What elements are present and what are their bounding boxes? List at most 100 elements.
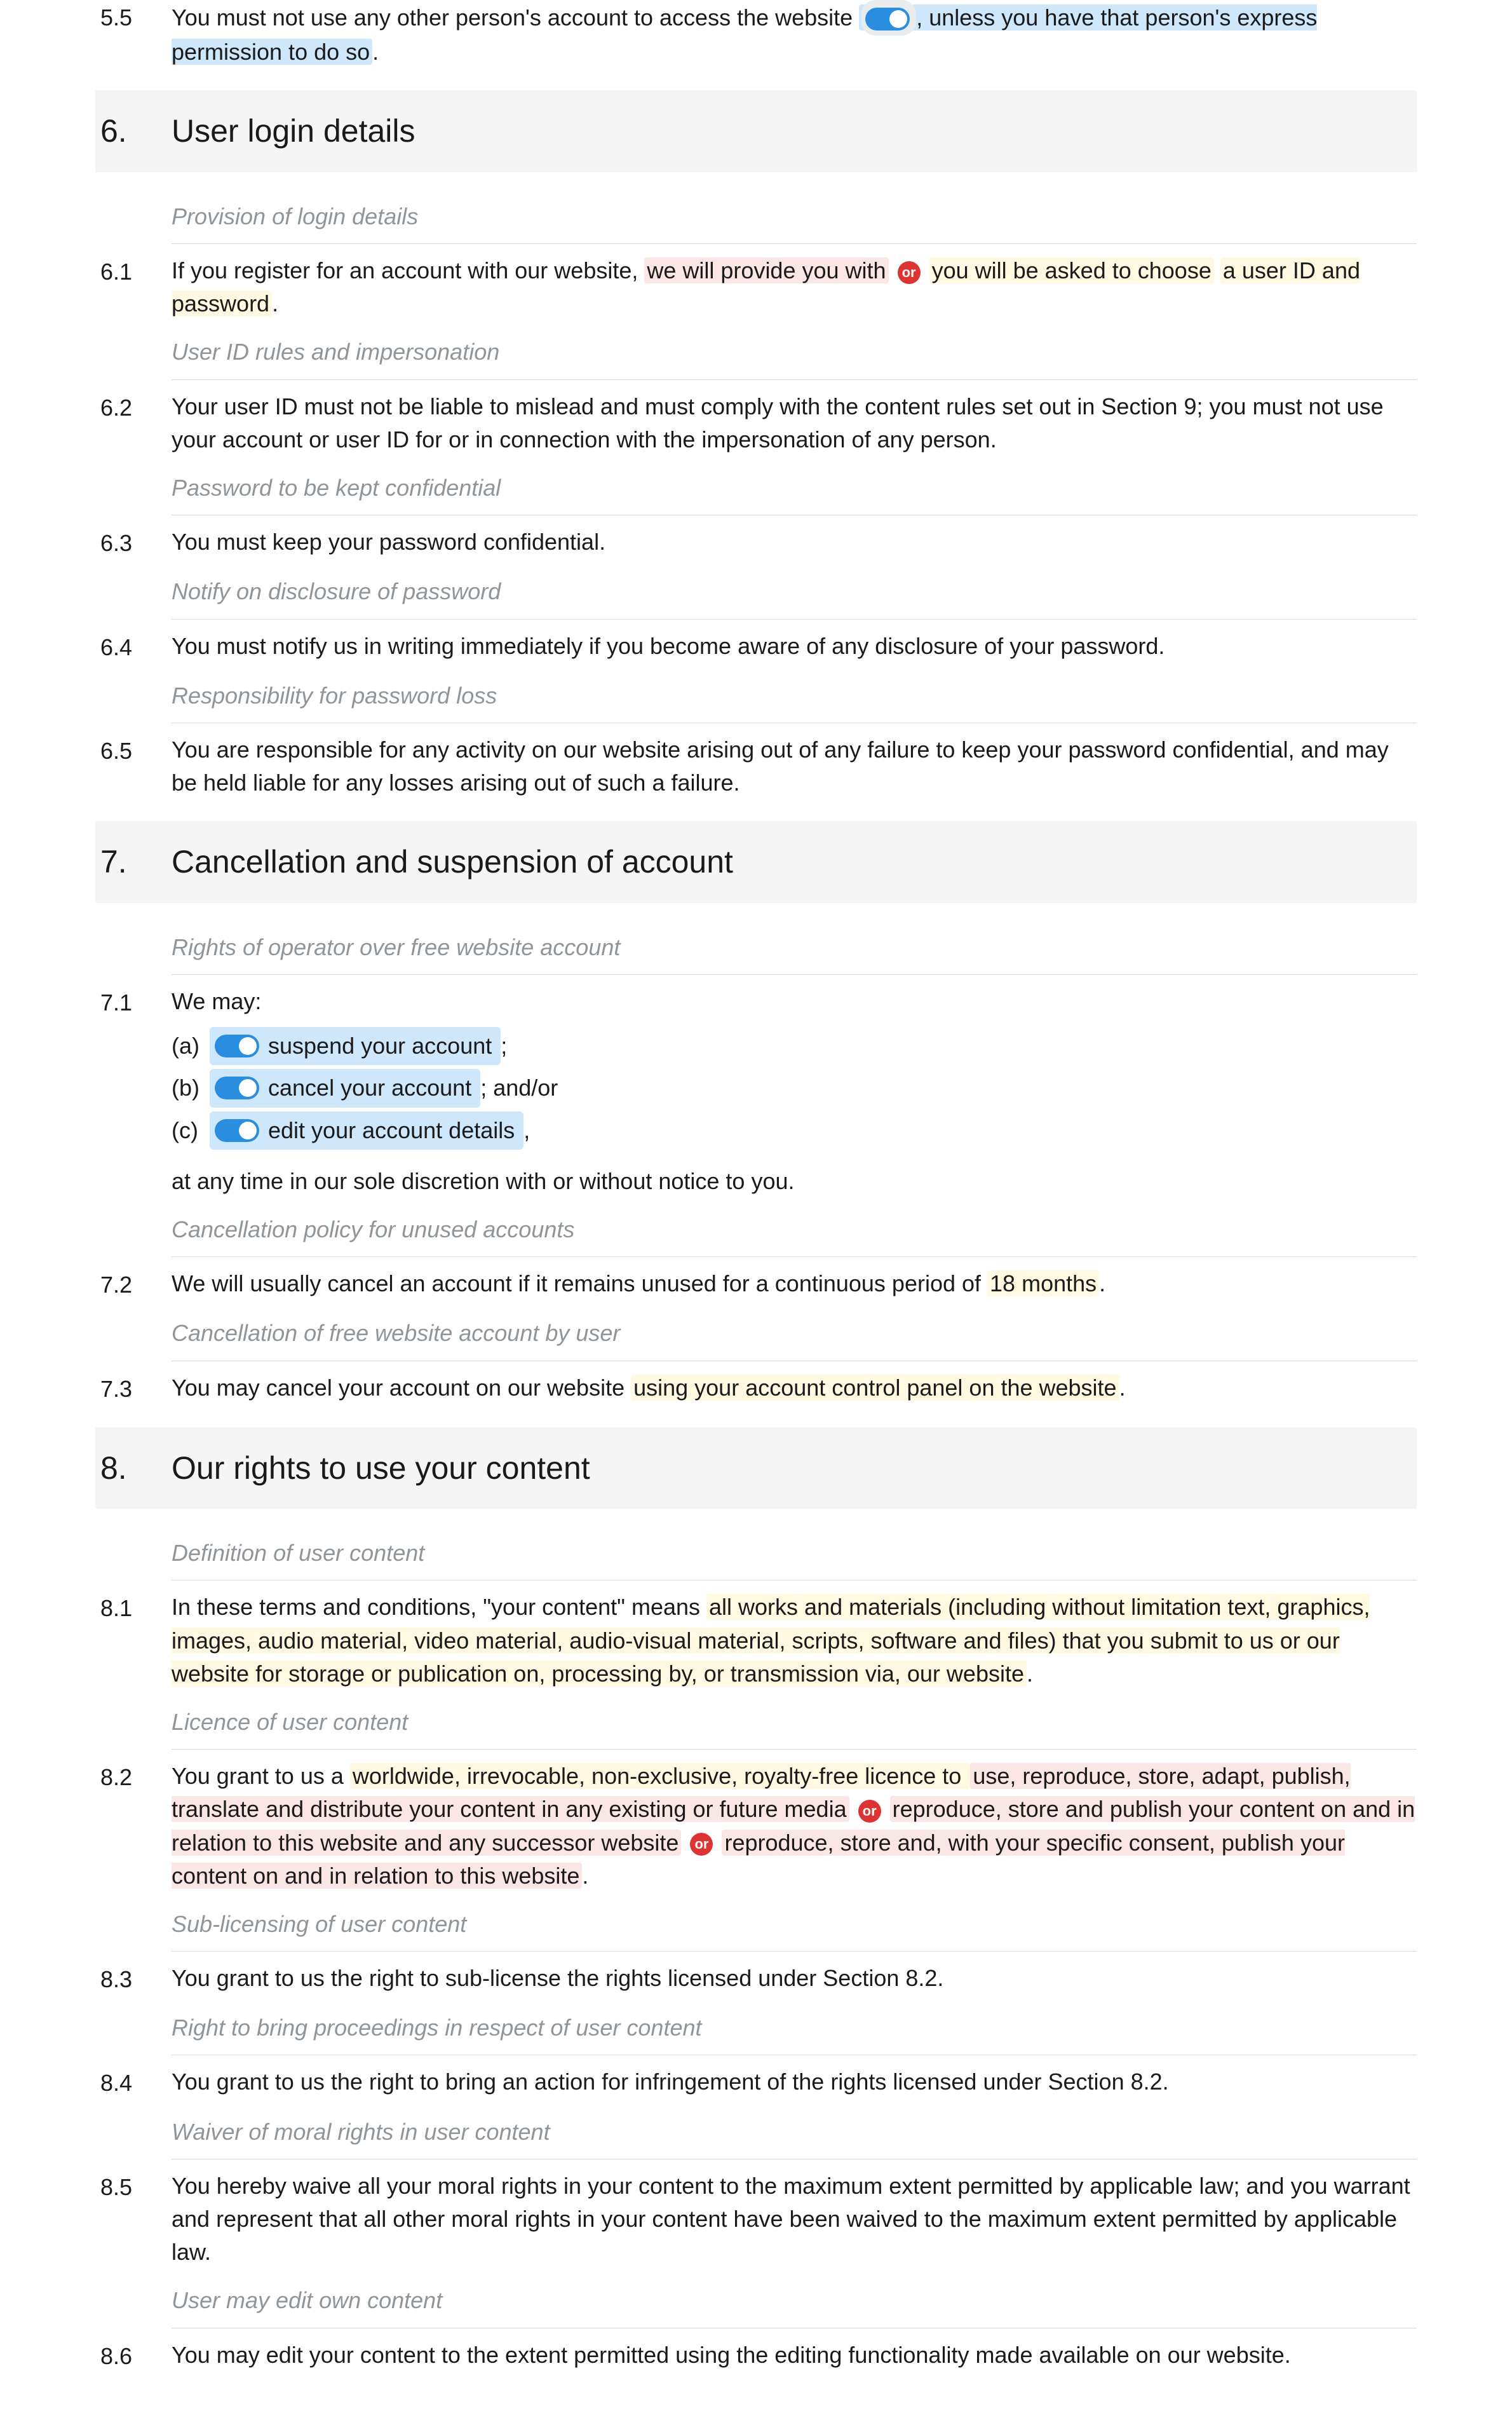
clause-number: 6.1 [95, 254, 172, 289]
clause-body: You hereby waive all your moral rights i… [172, 2170, 1417, 2269]
clause-trail: at any time in our sole discretion with … [172, 1165, 1417, 1198]
clause-number: 6.2 [95, 390, 172, 425]
sub-letter: (c) [172, 1114, 210, 1147]
clause-body: You grant to us the right to bring an ac… [172, 2065, 1417, 2098]
clause-6-2: 6.2 Your user ID must not be liable to m… [95, 390, 1417, 456]
clause-body: You grant to us a worldwide, irrevocable… [172, 1760, 1417, 1893]
clause-body: You must notify us in writing immediatel… [172, 630, 1417, 663]
editable-value[interactable]: 18 months [987, 1270, 1099, 1296]
section-number: 8. [95, 1445, 172, 1492]
clause-number: 6.4 [95, 630, 172, 664]
clause-note: Provision of login details [172, 194, 1417, 244]
clause-note: Password to be kept confidential [172, 465, 1417, 515]
clause-body: We will usually cancel an account if it … [172, 1267, 1417, 1300]
or-badge-icon[interactable]: or [690, 1833, 713, 1856]
sub-item-c: (c) edit your account details , [172, 1111, 1417, 1150]
clause-end: . [1119, 1375, 1126, 1401]
clause-number: 8.4 [95, 2065, 172, 2100]
toggle-switch[interactable] [215, 1119, 259, 1142]
clause-6-3: 6.3 You must keep your password confiden… [95, 526, 1417, 560]
clause-body: We may: (a) suspend your account ; (b) c… [172, 985, 1417, 1198]
option-text[interactable]: you will be asked to choose [929, 257, 1214, 283]
clause-text: We will usually cancel an account if it … [172, 1270, 987, 1296]
clause-number: 7.3 [95, 1371, 172, 1406]
optional-segment[interactable]: edit your account details [210, 1111, 523, 1150]
section-title: User login details [172, 108, 415, 154]
section-6-header: 6. User login details [95, 90, 1417, 172]
toggle-switch[interactable] [215, 1035, 259, 1057]
clause-note: Waiver of moral rights in user content [172, 2109, 1417, 2159]
clause-body: You must keep your password confidential… [172, 526, 1417, 559]
clause-text: You grant to us the right to bring an ac… [172, 2065, 1417, 2098]
option-text: cancel your account [268, 1071, 471, 1105]
clause-note: Cancellation policy for unused accounts [172, 1207, 1417, 1257]
clause-text: You may edit your content to the extent … [172, 2339, 1417, 2372]
clause-5-5: 5.5 You must not use any other person's … [95, 0, 1417, 69]
clause-body: Your user ID must not be liable to misle… [172, 390, 1417, 456]
clause-6-1: 6.1 If you register for an account with … [95, 254, 1417, 320]
clause-number: 8.6 [95, 2339, 172, 2373]
clause-text: In these terms and conditions, "your con… [172, 1594, 706, 1620]
clause-text: You hereby waive all your moral rights i… [172, 2170, 1417, 2269]
sub-item-b: (b) cancel your account ; and/or [172, 1069, 1417, 1107]
clause-body: You may cancel your account on our websi… [172, 1371, 1417, 1404]
clause-note: Notify on disclosure of password [172, 569, 1417, 619]
clause-text: You grant to us the right to sub-license… [172, 1962, 1417, 1995]
clause-note: Rights of operator over free website acc… [172, 925, 1417, 975]
clause-number: 8.2 [95, 1760, 172, 1794]
sub-tail: , [523, 1114, 530, 1147]
clause-body: In these terms and conditions, "your con… [172, 1591, 1417, 1690]
clause-note: User may edit own content [172, 2278, 1417, 2328]
clause-number: 6.5 [95, 733, 172, 768]
clause-number: 8.5 [95, 2170, 172, 2204]
clause-number: 8.3 [95, 1962, 172, 1996]
or-badge-icon[interactable]: or [858, 1800, 881, 1823]
toggle-switch[interactable] [215, 1077, 259, 1099]
toggle-switch[interactable] [861, 0, 916, 36]
clause-7-3: 7.3 You may cancel your account on our w… [95, 1371, 1417, 1406]
option-text[interactable]: we will provide you with [644, 257, 888, 283]
clause-note: Licence of user content [172, 1699, 1417, 1750]
section-number: 6. [95, 108, 172, 154]
section-title: Our rights to use your content [172, 1445, 590, 1492]
clause-8-2: 8.2 You grant to us a worldwide, irrevoc… [95, 1760, 1417, 1893]
clause-note: User ID rules and impersonation [172, 329, 1417, 379]
sub-letter: (b) [172, 1071, 210, 1105]
clause-note: Right to bring proceedings in respect of… [172, 2005, 1417, 2055]
clause-8-3: 8.3 You grant to us the right to sub-lic… [95, 1962, 1417, 1996]
editable-value[interactable]: using your account control panel on the … [631, 1375, 1119, 1401]
optional-segment[interactable]: suspend your account [210, 1027, 501, 1065]
clause-body: You must not use any other person's acco… [172, 0, 1417, 69]
clause-body: You are responsible for any activity on … [172, 733, 1417, 799]
clause-end: . [272, 290, 278, 316]
clause-lead: We may: [172, 985, 1417, 1018]
clause-end: . [582, 1863, 588, 1889]
clause-8-6: 8.6 You may edit your content to the ext… [95, 2339, 1417, 2373]
section-title: Cancellation and suspension of account [172, 839, 733, 885]
clause-text: If you register for an account with our … [172, 257, 638, 283]
clause-text: You must not use any other person's acco… [172, 4, 853, 31]
clause-text: You grant to us a [172, 1763, 350, 1789]
sub-tail: ; and/or [480, 1071, 558, 1105]
clause-8-4: 8.4 You grant to us the right to bring a… [95, 2065, 1417, 2100]
clause-6-5: 6.5 You are responsible for any activity… [95, 733, 1417, 799]
clause-7-1: 7.1 We may: (a) suspend your account ; (… [95, 985, 1417, 1198]
section-8-header: 8. Our rights to use your content [95, 1427, 1417, 1509]
clause-body: You grant to us the right to sub-license… [172, 1962, 1417, 1995]
option-text: edit your account details [268, 1114, 515, 1147]
optional-segment[interactable]: cancel your account [210, 1069, 480, 1107]
clause-body: You may edit your content to the extent … [172, 2339, 1417, 2372]
clause-text: You must keep your password confidential… [172, 526, 1417, 559]
clause-note: Cancellation of free website account by … [172, 1310, 1417, 1361]
clause-text: Your user ID must not be liable to misle… [172, 390, 1417, 456]
clause-note: Definition of user content [172, 1530, 1417, 1580]
clause-number: 7.2 [95, 1267, 172, 1302]
clause-note: Sub-licensing of user content [172, 1901, 1417, 1952]
clause-end: . [1027, 1661, 1033, 1687]
editable-value[interactable]: worldwide, irrevocable, non-exclusive, r… [350, 1763, 970, 1789]
clause-note: Responsibility for password loss [172, 673, 1417, 723]
clause-number: 8.1 [95, 1591, 172, 1625]
or-badge-icon[interactable]: or [898, 261, 921, 284]
clause-6-4: 6.4 You must notify us in writing immedi… [95, 630, 1417, 664]
clause-text: You are responsible for any activity on … [172, 733, 1417, 799]
